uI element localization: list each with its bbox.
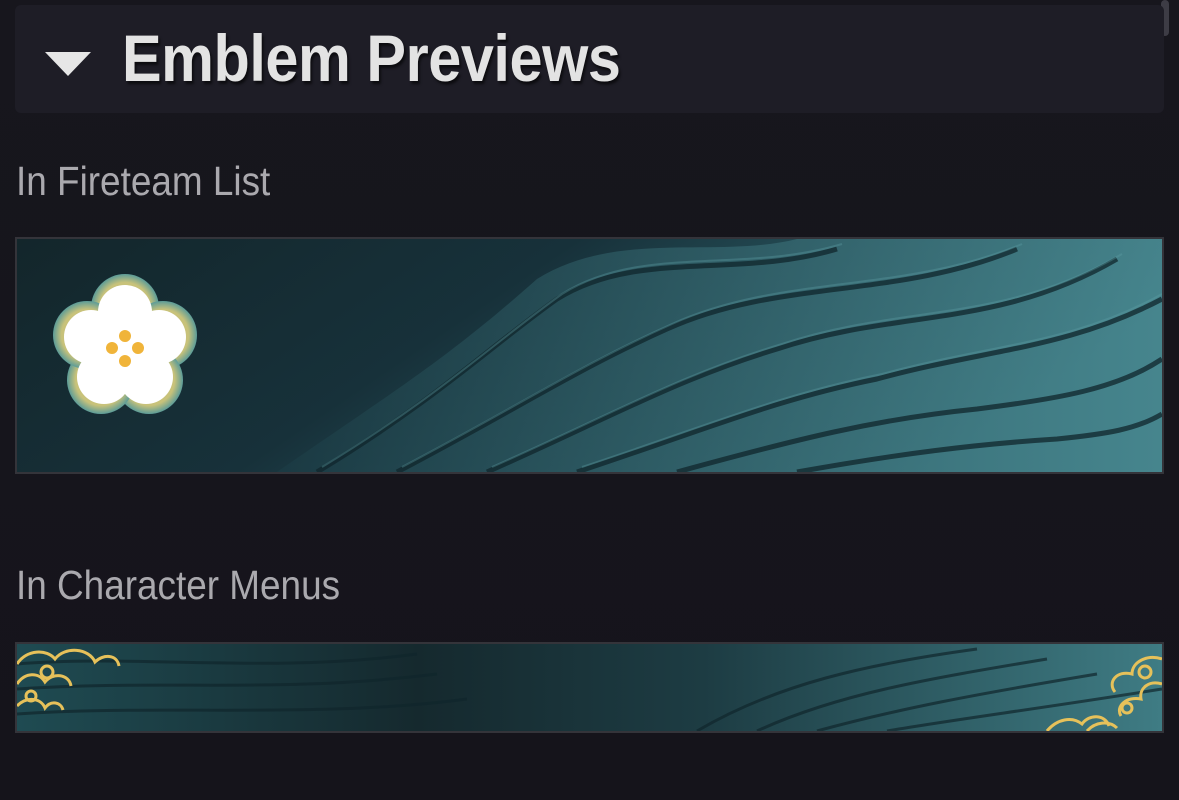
section-title: Emblem Previews — [122, 21, 621, 95]
caret-down-icon[interactable] — [45, 52, 91, 76]
fireteam-emblem-art — [17, 239, 1162, 472]
fireteam-emblem-preview — [15, 237, 1164, 474]
fireteam-list-label: In Fireteam List — [16, 158, 271, 204]
emblem-previews-panel: Emblem Previews In Fireteam List In Char… — [0, 0, 1179, 800]
emblem-previews-header[interactable]: Emblem Previews — [15, 5, 1164, 113]
character-emblem-preview — [15, 642, 1164, 733]
character-emblem-art — [17, 644, 1162, 731]
character-menus-label: In Character Menus — [16, 562, 341, 608]
